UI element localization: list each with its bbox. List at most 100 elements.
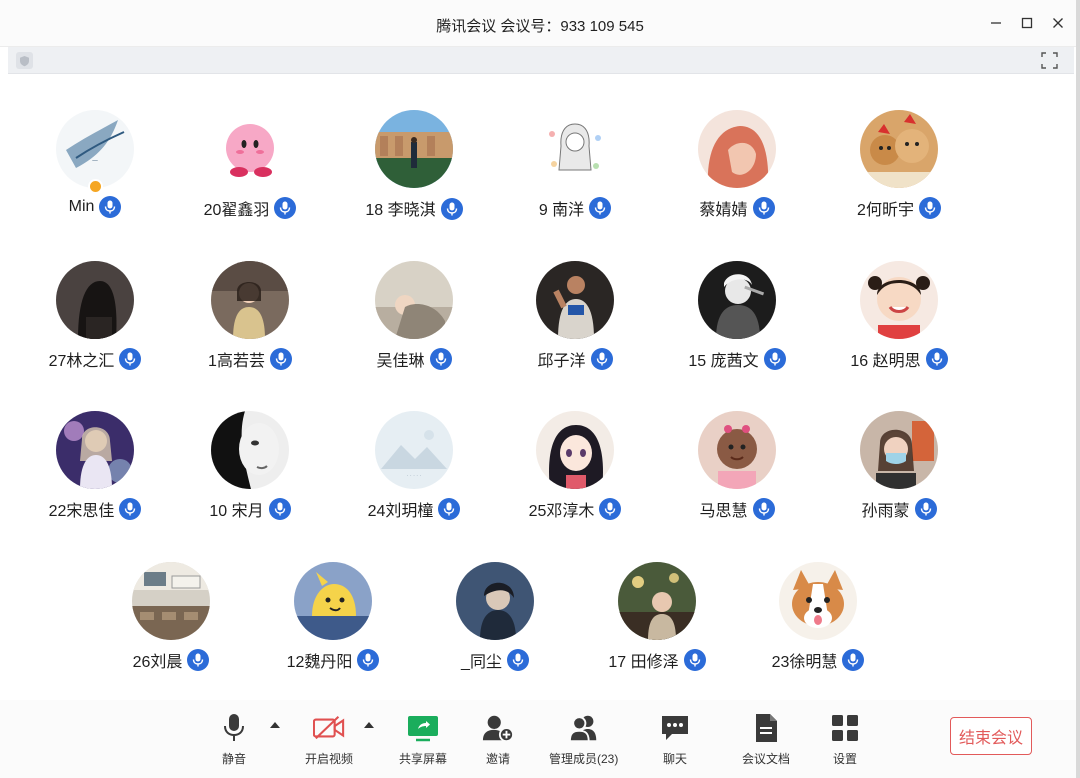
svg-text:—: —: [92, 157, 98, 164]
participant-tile[interactable]: 15 庞茜文: [657, 261, 817, 381]
participant-tile[interactable]: 18 李晓淇: [334, 110, 494, 230]
avatar: [536, 411, 614, 489]
participant-tile[interactable]: 17 田修泽: [577, 562, 737, 682]
participant-name: 15 庞茜文: [688, 353, 759, 370]
participant-tile[interactable]: 12魏丹阳: [253, 562, 413, 682]
participant-name-row: 9 南洋: [495, 196, 655, 220]
participant-name: 12魏丹阳: [286, 654, 353, 671]
participant-name-row: 马思慧: [657, 497, 817, 521]
participant-name: 吴佳琳: [376, 353, 425, 370]
participant-name: 9 南洋: [538, 202, 585, 219]
participant-name: 18 李晓淇: [365, 202, 436, 219]
participant-name: 17 田修泽: [608, 654, 679, 671]
members-label: 管理成员(23): [549, 752, 619, 766]
participant-tile[interactable]: · · · · · 24刘玥橦: [334, 411, 494, 531]
participant-tile[interactable]: 吴佳琳: [334, 261, 494, 381]
participant-tile[interactable]: 20翟鑫羽: [170, 110, 330, 230]
participant-tile[interactable]: 23徐明慧: [738, 562, 898, 682]
participant-name: 22宋思佳: [48, 503, 115, 520]
avatar: [375, 110, 453, 188]
avatar: [618, 562, 696, 640]
participant-name-row: 17 田修泽: [577, 648, 737, 672]
participant-tile[interactable]: 邱子洋: [495, 261, 655, 381]
meeting-docs-button[interactable]: 会议文档: [742, 712, 790, 767]
participant-name: 25邓淳木: [528, 503, 595, 520]
microphone-status-icon: [438, 498, 461, 520]
avatar: · · · · ·: [375, 411, 453, 489]
participant-name-row: 16 赵明思: [819, 347, 979, 371]
participant-tile[interactable]: 马思慧: [657, 411, 817, 531]
svg-text:· · · · ·: · · · · ·: [407, 473, 422, 479]
participant-tile[interactable]: — Min: [15, 110, 175, 230]
participant-tile[interactable]: 26刘晨: [91, 562, 251, 682]
chat-button[interactable]: 聊天: [659, 712, 691, 767]
microphone-status-icon: [599, 498, 622, 520]
avatar: [56, 411, 134, 489]
microphone-status-icon: [506, 649, 529, 671]
participant-name: 2何昕宇: [857, 202, 914, 219]
mute-label: 静音: [221, 752, 246, 766]
participant-name: 27林之汇: [48, 353, 115, 370]
avatar: [456, 562, 534, 640]
participant-tile[interactable]: 27林之汇: [15, 261, 175, 381]
chat-label: 聊天: [662, 752, 687, 766]
participant-name-row: 孙雨蒙: [819, 497, 979, 521]
invite-button[interactable]: 邀请: [482, 712, 514, 767]
participant-tile[interactable]: 25邓淳木: [495, 411, 655, 531]
share-screen-button[interactable]: 共享屏幕: [399, 712, 447, 767]
avatar: [294, 562, 372, 640]
participant-name: 10 宋月: [209, 503, 264, 520]
participant-name-row: 邱子洋: [495, 347, 655, 371]
avatar: [132, 562, 210, 640]
microphone-status-icon: [763, 348, 786, 370]
participant-name-row: 22宋思佳: [15, 497, 175, 521]
settings-button[interactable]: 设置: [829, 712, 861, 767]
microphone-status-icon: [589, 197, 612, 219]
participant-name-row: 10 宋月: [170, 497, 330, 521]
microphone-status-icon: [914, 498, 937, 520]
participant-name: 16 赵明思: [850, 353, 921, 370]
microphone-status-icon: [187, 649, 210, 671]
avatar: [698, 110, 776, 188]
participant-name-row: 15 庞茜文: [657, 347, 817, 371]
microphone-status-icon: [99, 196, 122, 218]
participant-tile[interactable]: 22宋思佳: [15, 411, 175, 531]
participant-tile[interactable]: _同尘: [415, 562, 575, 682]
participant-tile[interactable]: 16 赵明思: [819, 261, 979, 381]
host-badge-icon: [88, 179, 103, 194]
participant-tile[interactable]: 蔡婧婧: [657, 110, 817, 230]
mute-button[interactable]: 静音: [218, 712, 250, 767]
participant-name-row: 20翟鑫羽: [170, 196, 330, 220]
participant-tile[interactable]: 9 南洋: [495, 110, 655, 230]
video-options-caret[interactable]: [364, 722, 374, 728]
participant-name-row: 18 李晓淇: [334, 196, 494, 221]
avatar: [860, 110, 938, 188]
microphone-status-icon: [842, 649, 865, 671]
add-user-icon: [482, 712, 514, 744]
participant-name-row: 2何昕宇: [819, 196, 979, 220]
manage-members-button[interactable]: 管理成员(23): [549, 712, 618, 767]
participant-tile[interactable]: 2何昕宇: [819, 110, 979, 230]
microphone-icon: [218, 712, 250, 744]
bottom-toolbar: 静音 开启视频 共享屏幕 邀请 管理成员(23) 聊天 会议文档 设置: [0, 700, 1080, 778]
participant-name-row: _同尘: [415, 648, 575, 672]
avatar: [860, 411, 938, 489]
participant-name: 26刘晨: [132, 654, 183, 671]
microphone-status-icon: [918, 197, 941, 219]
start-video-button[interactable]: 开启视频: [305, 712, 353, 767]
participant-name-row: 27林之汇: [15, 347, 175, 371]
microphone-status-icon: [269, 348, 292, 370]
participant-tile[interactable]: 孙雨蒙: [819, 411, 979, 531]
members-icon: [568, 712, 600, 744]
video-label: 开启视频: [305, 752, 354, 766]
participant-name-row: 26刘晨: [91, 648, 251, 672]
participant-tile[interactable]: 1高若芸: [170, 261, 330, 381]
participant-tile[interactable]: 10 宋月: [170, 411, 330, 531]
avatar: [698, 261, 776, 339]
avatar: [860, 261, 938, 339]
mute-options-caret[interactable]: [270, 722, 280, 728]
avatar: [56, 261, 134, 339]
participant-name-row: 蔡婧婧: [657, 196, 817, 220]
grid-settings-icon: [829, 712, 861, 744]
end-meeting-button[interactable]: 结束会议: [950, 717, 1032, 755]
